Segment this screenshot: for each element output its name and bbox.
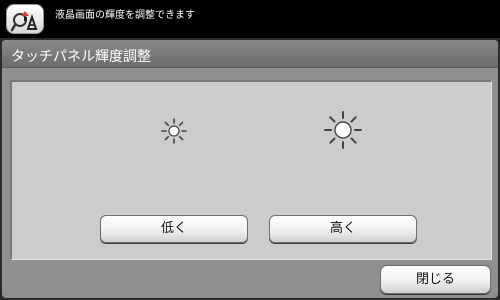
help-message: 液晶画面の輝度を調整できます [55,10,195,21]
increase-brightness-button[interactable]: 高く [269,215,417,243]
sun-large-icon [324,111,362,149]
sun-small-icon [161,118,187,144]
close-button[interactable]: 閉じる [380,265,491,294]
brightness-panel: タッチパネル輝度調整 低く 高く [2,40,498,298]
panel-header: タッチパネル輝度調整 [2,40,498,68]
brightness-content: 低く 高く [10,80,492,260]
page-title: タッチパネル輝度調整 [11,49,151,65]
help-guide-icon [10,11,38,32]
help-button[interactable] [6,4,44,34]
top-message-bar: 液晶画面の輝度を調整できます [0,0,500,38]
decrease-brightness-button[interactable]: 低く [100,215,248,243]
